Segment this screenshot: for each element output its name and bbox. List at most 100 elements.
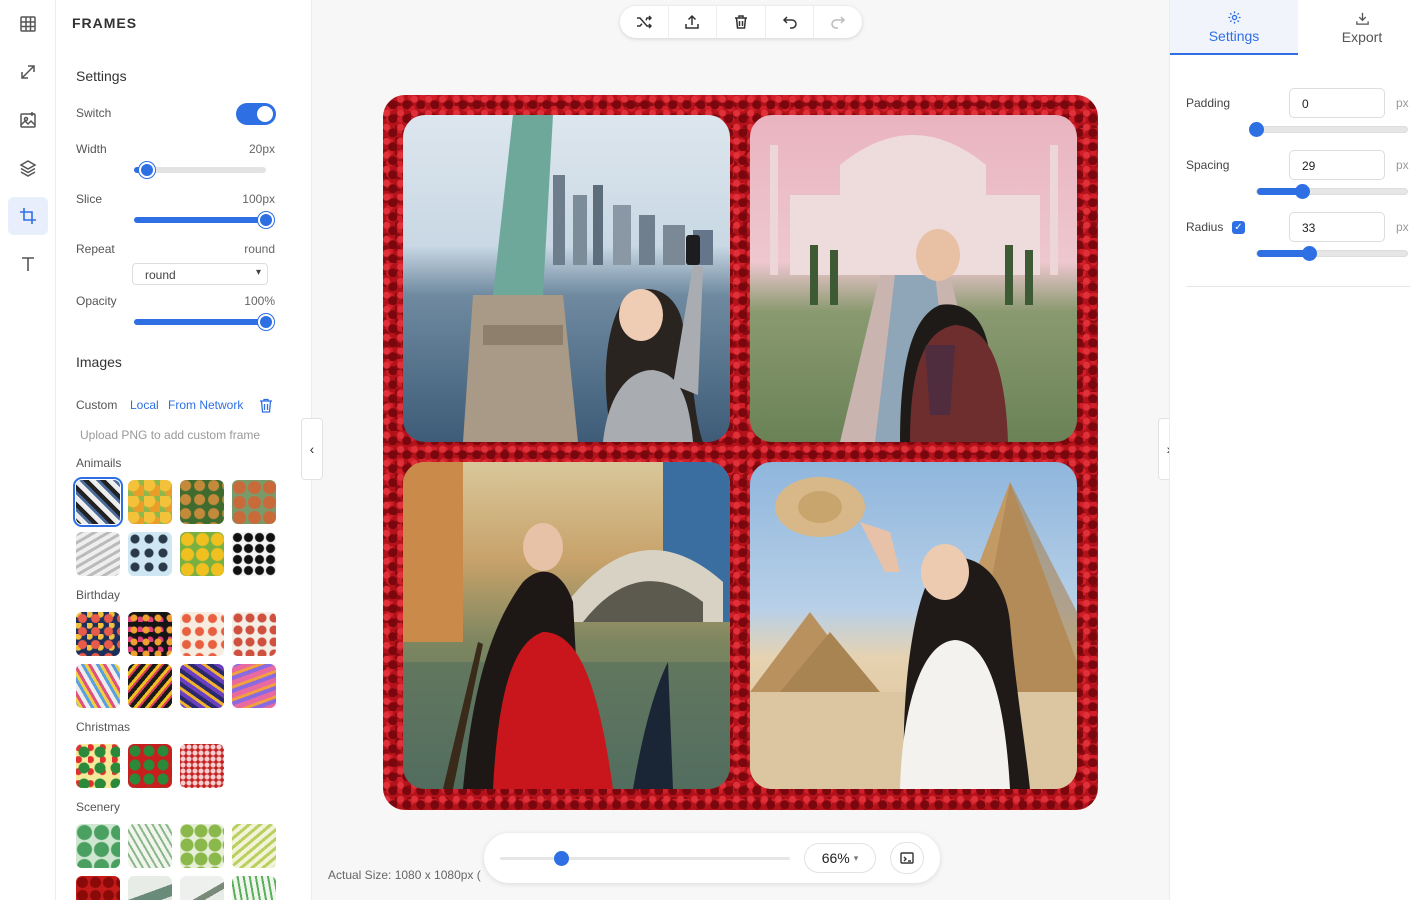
local-link[interactable]: Local [130,398,159,412]
frame-switch-toggle[interactable] [236,103,276,125]
tab-settings[interactable]: Settings [1170,0,1298,55]
photo-image [403,462,730,789]
radius-checkbox[interactable]: ✓ [1232,221,1245,234]
frame-thumb[interactable] [76,744,120,788]
frame-thumb[interactable] [76,824,120,868]
collapse-left-button[interactable]: ‹ [301,418,323,480]
divider [1186,286,1410,287]
frame-thumb[interactable] [232,532,276,576]
radius-label: Radius [1186,220,1224,234]
download-icon [1355,12,1369,25]
opacity-slider[interactable] [134,314,274,330]
width-slider-knob[interactable] [139,162,156,178]
settings-heading: Settings [76,68,127,84]
frame-thumb[interactable] [232,664,276,708]
frame-thumb[interactable] [76,876,120,900]
opacity-slider-fill [134,319,266,325]
frames-panel: FRAMES Settings Switch Width 20px Slice … [56,0,312,900]
spacing-slider[interactable] [1256,184,1408,199]
frame-thumb[interactable] [128,612,172,656]
category-label: Animails [76,456,122,470]
tab-export-label: Export [1341,28,1383,45]
upload-icon[interactable] [669,6,718,38]
padding-slider[interactable] [1249,122,1408,137]
layers-icon[interactable] [8,149,48,187]
frame-thumb[interactable] [180,532,224,576]
spacing-unit: px [1396,158,1409,172]
frame-thumb[interactable] [128,664,172,708]
fit-screen-button[interactable] [890,842,924,874]
category-label: Christmas [76,720,131,734]
category-label: Birthday [76,588,121,602]
frame-thumb[interactable] [128,532,172,576]
width-slider[interactable] [134,162,266,178]
opacity-slider-knob[interactable] [258,314,274,330]
frame-thumb[interactable] [232,876,276,900]
custom-label: Custom [76,398,118,412]
repeat-select[interactable]: round ▾ [132,263,268,285]
zoom-slider[interactable] [500,851,790,866]
frame-thumb[interactable] [180,744,224,788]
photo-image [463,115,713,442]
frame-thumb[interactable] [128,744,172,788]
photo-cell[interactable] [750,462,1077,789]
frame-thumb[interactable] [180,824,224,868]
frame-thumb[interactable] [76,612,120,656]
trash-icon[interactable] [259,398,273,413]
frame-thumb[interactable] [76,664,120,708]
slice-value: 100px [242,192,275,206]
frame-thumb[interactable] [180,480,224,524]
padding-input[interactable]: 0 [1289,88,1385,118]
switch-label: Switch [76,106,112,120]
shuffle-icon[interactable] [620,6,669,38]
photo-cell[interactable] [750,115,1077,442]
redo-icon[interactable] [814,6,862,38]
zoom-slider-knob[interactable] [553,851,569,866]
slice-slider-knob[interactable] [258,212,274,228]
padding-label: Padding [1186,96,1231,110]
zoom-level-dropdown[interactable]: 66% ▾ [804,843,876,873]
photo-cell[interactable] [403,462,730,789]
photo-image [770,135,1058,442]
photo-image [750,477,1077,789]
tab-export[interactable]: Export [1298,0,1424,55]
settings-panel: Settings Export Padding 0 px Spacing 29 … [1169,0,1424,900]
frame-thumb[interactable] [128,876,172,900]
spacing-input[interactable]: 29 [1289,150,1385,180]
tab-settings-label: Settings [1208,27,1260,44]
text-icon[interactable] [8,245,48,283]
photo-cell[interactable] [403,115,730,442]
frame-thumb[interactable] [76,532,120,576]
frame-thumb[interactable] [180,876,224,900]
chevron-left-icon: ‹ [309,441,315,457]
image-add-icon[interactable] [8,101,48,139]
padding-slider-knob[interactable] [1249,122,1264,137]
frame-thumb[interactable] [180,612,224,656]
resize-icon[interactable] [8,53,48,91]
slice-slider[interactable] [134,212,274,228]
crop-icon[interactable] [8,197,48,235]
frame-thumb[interactable] [232,824,276,868]
tool-rail [0,0,56,900]
canvas-toolbar [620,6,862,38]
grid-icon[interactable] [8,5,48,43]
spacing-slider-knob[interactable] [1294,184,1310,199]
gear-icon [1227,10,1241,24]
radius-slider[interactable] [1256,246,1408,261]
network-link[interactable]: From Network [168,398,243,412]
frame-thumb[interactable] [232,480,276,524]
repeat-label: Repeat [76,242,115,256]
frame-thumb[interactable] [232,612,276,656]
radius-input[interactable]: 33 [1289,212,1385,242]
frame-thumb[interactable] [180,664,224,708]
repeat-select-value: round [145,268,176,282]
collage-canvas[interactable] [383,95,1098,810]
actual-size-label: Actual Size: 1080 x 1080px ( [328,868,481,882]
frame-thumb[interactable] [128,824,172,868]
frame-thumb[interactable] [73,477,123,527]
chevron-down-icon: ▾ [853,852,859,863]
radius-slider-knob[interactable] [1302,246,1318,261]
frame-thumb[interactable] [128,480,172,524]
trash-icon[interactable] [717,6,766,38]
undo-icon[interactable] [766,6,815,38]
